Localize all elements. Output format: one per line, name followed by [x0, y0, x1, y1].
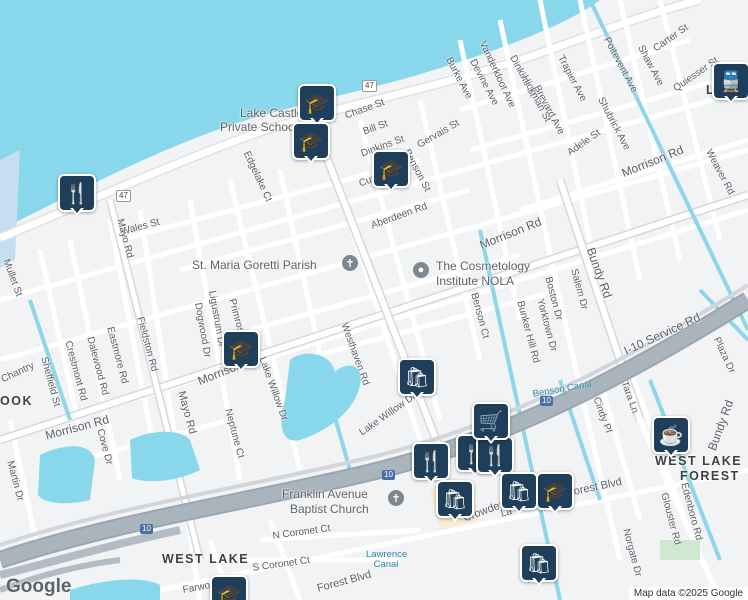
cross-icon[interactable]: ✝ — [388, 490, 404, 506]
shopping-marker[interactable]: 🛍 — [520, 544, 558, 586]
cross-icon[interactable]: ✝ — [342, 255, 358, 271]
shopping-marker[interactable]: 🛍 — [398, 358, 436, 400]
restaurant-marker[interactable]: 🍴 — [58, 174, 96, 216]
school-marker[interactable]: 🎓 — [222, 330, 260, 372]
map-canvas[interactable]: Dinkins St Trapier Ave Carter St Shaw Av… — [0, 0, 748, 600]
restaurant-marker[interactable]: 🍴 — [412, 442, 450, 484]
school-marker[interactable]: 🎓 — [210, 575, 248, 600]
pin-icon[interactable]: ● — [413, 262, 429, 278]
shopping-marker[interactable]: 🛍 — [436, 480, 474, 522]
google-logo: Google — [6, 576, 72, 597]
grocery-marker[interactable]: 🛒 — [472, 402, 510, 444]
park-area — [660, 540, 700, 560]
transit-marker[interactable]: 🚆 — [712, 62, 748, 104]
map-base-layer — [0, 0, 748, 600]
cafe-marker[interactable]: ☕ — [652, 416, 690, 458]
shopping-marker[interactable]: 🛍 — [500, 472, 538, 514]
map-attribution[interactable]: Map data ©2025 Google — [628, 587, 748, 600]
school-marker[interactable]: 🎓 — [372, 150, 410, 192]
school-marker[interactable]: 🎓 — [536, 472, 574, 514]
school-marker[interactable]: 🎓 — [298, 84, 336, 126]
graduation-cap-icon: 🎓 — [210, 575, 248, 600]
school-marker[interactable]: 🎓 — [292, 122, 330, 164]
